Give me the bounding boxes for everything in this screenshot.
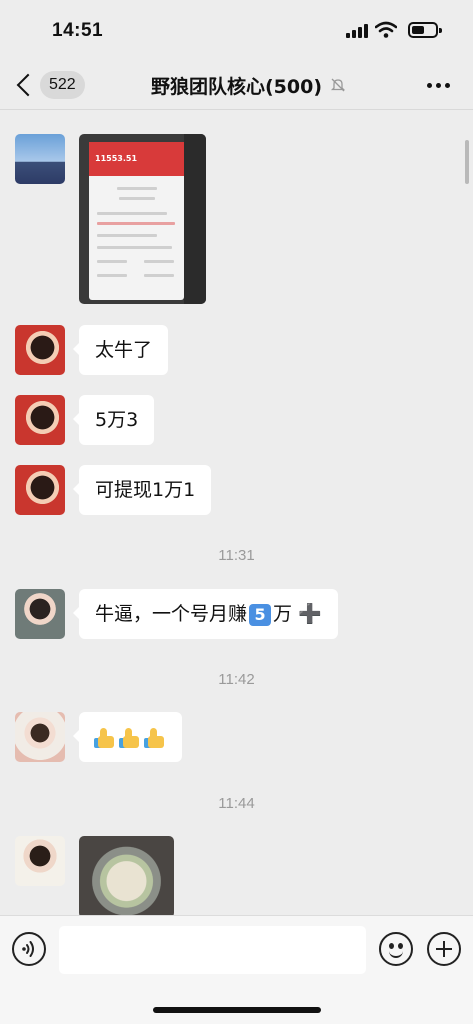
message-bubble[interactable]: 太牛了 — [72, 325, 169, 375]
message-bubble[interactable]: 牛逼，一个号月赚 5 万 ➕ — [73, 589, 338, 639]
message-timestamp: 11:42 — [218, 671, 255, 688]
keycap-five-emoji: 5 — [249, 603, 272, 626]
thumbs-up-icon — [118, 727, 140, 749]
screenshot-amount: 11553.51 — [95, 154, 138, 163]
sender-avatar[interactable] — [15, 465, 65, 515]
message-input[interactable] — [59, 926, 366, 974]
sender-avatar[interactable] — [15, 836, 65, 886]
thumbs-up-icon — [93, 727, 115, 749]
status-time: 14:51 — [52, 20, 104, 41]
sender-avatar[interactable] — [15, 325, 65, 375]
battery-icon — [408, 22, 442, 38]
sender-avatar[interactable] — [15, 134, 65, 184]
cellular-signal-icon — [346, 24, 368, 38]
status-bar: 14:51 — [0, 0, 473, 60]
message-timestamp: 11:31 — [218, 547, 255, 564]
image-message-food[interactable] — [79, 836, 174, 918]
wifi-icon — [375, 21, 397, 38]
message-bubble[interactable]: 可提现1万1 — [72, 465, 212, 515]
message-text: 牛逼，一个号月赚 — [95, 603, 248, 625]
mute-bell-icon — [330, 78, 346, 92]
home-indicator[interactable] — [153, 1007, 321, 1013]
voice-button[interactable] — [12, 932, 46, 966]
more-options-button[interactable] — [424, 72, 454, 98]
chat-header: 522 野狼团队核心(500) — [0, 60, 473, 110]
more-icon — [427, 83, 432, 88]
image-message-screenshot[interactable]: 11553.51 — [79, 134, 206, 304]
more-actions-button[interactable] — [427, 932, 461, 966]
voice-icon — [22, 941, 34, 957]
message-timestamp: 11:44 — [218, 795, 255, 812]
sender-avatar[interactable] — [15, 395, 65, 445]
message-bubble[interactable] — [73, 712, 182, 762]
phone-screenshot-thumbnail: 11553.51 — [89, 142, 184, 300]
emoji-button[interactable] — [379, 932, 413, 966]
sender-avatar[interactable] — [15, 712, 65, 762]
chat-title: 野狼团队核心(500) — [150, 76, 323, 98]
emoji-icon — [389, 943, 394, 949]
thumbs-up-icon — [143, 727, 165, 749]
message-bubble[interactable]: 5万3 — [72, 395, 155, 445]
message-text: 万 — [273, 603, 293, 625]
plus-emoji: ➕ — [298, 603, 322, 625]
sender-avatar[interactable] — [15, 589, 65, 639]
chat-scrollbar[interactable] — [465, 140, 469, 184]
